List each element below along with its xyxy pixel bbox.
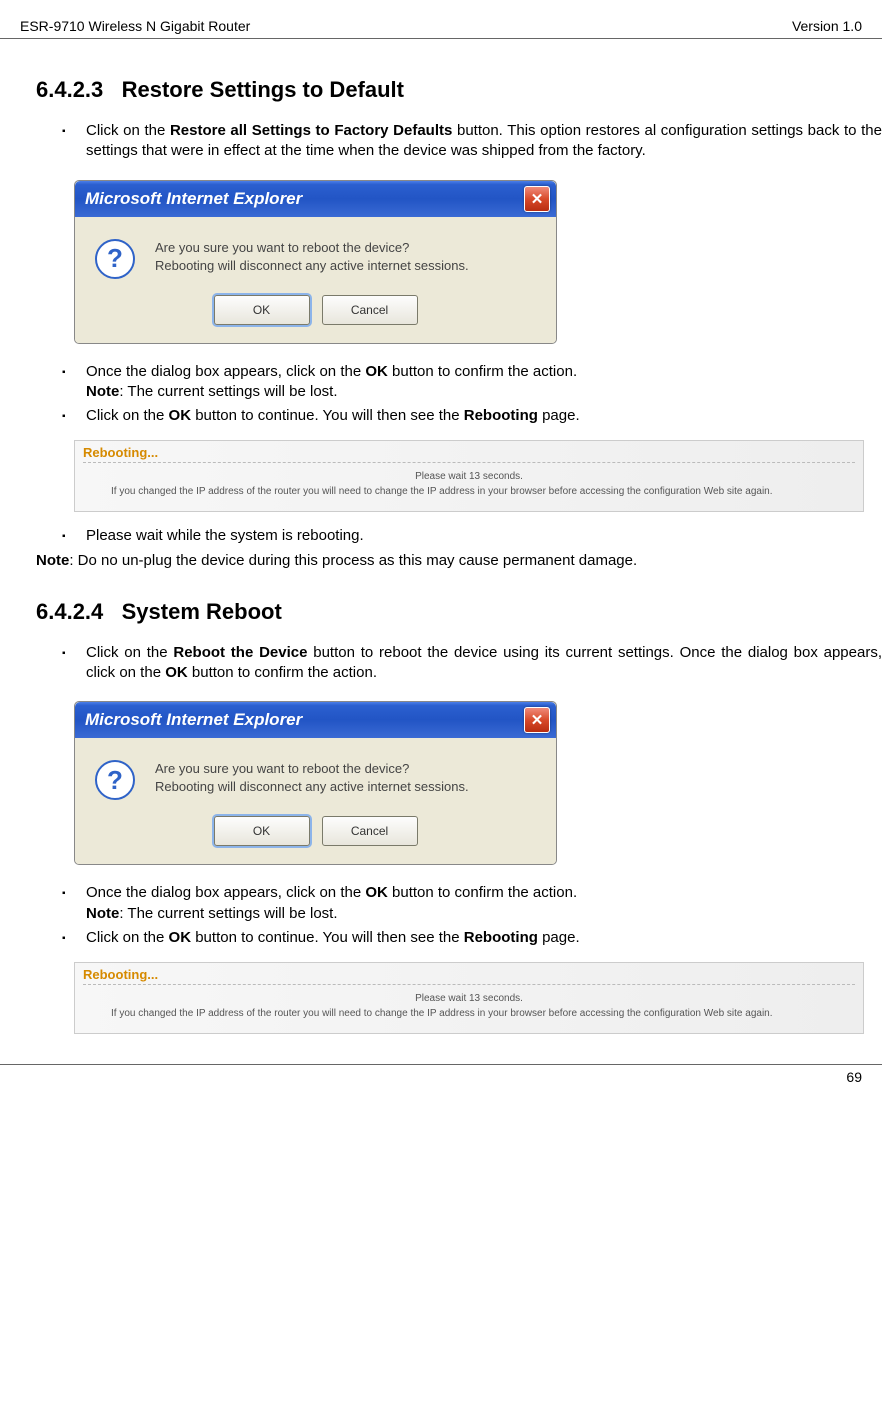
bullet-reboot-1: ▪ Click on the Reboot the Device button …	[62, 643, 882, 684]
section-title: Restore Settings to Default	[122, 77, 404, 102]
bullet-reboot-2: ▪ Once the dialog box appears, click on …	[62, 883, 882, 924]
bullet-marker: ▪	[62, 526, 86, 546]
section-number: 6.4.2.4	[36, 599, 103, 624]
close-icon[interactable]: ✕	[524, 186, 550, 212]
section-number: 6.4.2.3	[36, 77, 103, 102]
ok-button[interactable]: OK	[214, 295, 310, 325]
bullet-reboot-3: ▪ Click on the OK button to continue. Yo…	[62, 928, 882, 948]
bullet-restore-2: ▪ Once the dialog box appears, click on …	[62, 362, 882, 403]
rebooting-panel: Rebooting... Please wait 13 seconds. If …	[74, 962, 864, 1034]
rebooting-title: Rebooting...	[83, 967, 855, 985]
rebooting-panel: Rebooting... Please wait 13 seconds. If …	[74, 440, 864, 512]
bullet-restore-3: ▪ Click on the OK button to continue. Yo…	[62, 406, 882, 426]
section-heading-reboot: 6.4.2.4 System Reboot	[36, 599, 882, 625]
dialog-message: Are you sure you want to reboot the devi…	[155, 239, 469, 275]
dialog-title: Microsoft Internet Explorer	[85, 189, 302, 209]
note-restore: Note: Do no un-plug the device during th…	[36, 551, 882, 571]
doc-title-left: ESR-9710 Wireless N Gigabit Router	[20, 18, 250, 34]
bullet-marker: ▪	[62, 928, 86, 948]
dialog-titlebar: Microsoft Internet Explorer ✕	[75, 702, 556, 738]
bullet-restore-1: ▪ Click on the Restore all Settings to F…	[62, 121, 882, 162]
rebooting-sub: If you changed the IP address of the rou…	[83, 486, 855, 497]
bullet-marker: ▪	[62, 406, 86, 426]
cancel-button[interactable]: Cancel	[322, 816, 418, 846]
dialog-titlebar: Microsoft Internet Explorer ✕	[75, 181, 556, 217]
dialog-message: Are you sure you want to reboot the devi…	[155, 760, 469, 796]
cancel-button[interactable]: Cancel	[322, 295, 418, 325]
confirm-dialog: Microsoft Internet Explorer ✕ ? Are you …	[74, 180, 557, 344]
section-title: System Reboot	[122, 599, 282, 624]
ok-button[interactable]: OK	[214, 816, 310, 846]
bullet-marker: ▪	[62, 121, 86, 162]
bullet-marker: ▪	[62, 643, 86, 684]
rebooting-wait: Please wait 13 seconds.	[83, 993, 855, 1004]
rebooting-title: Rebooting...	[83, 445, 855, 463]
page-number: 69	[846, 1069, 862, 1085]
section-heading-restore: 6.4.2.3 Restore Settings to Default	[36, 77, 882, 103]
doc-title-right: Version 1.0	[792, 18, 862, 34]
bullet-marker: ▪	[62, 883, 86, 924]
rebooting-wait: Please wait 13 seconds.	[83, 471, 855, 482]
confirm-dialog: Microsoft Internet Explorer ✕ ? Are you …	[74, 701, 557, 865]
bullet-marker: ▪	[62, 362, 86, 403]
dialog-title: Microsoft Internet Explorer	[85, 710, 302, 730]
question-icon: ?	[95, 239, 135, 279]
bullet-restore-4: ▪ Please wait while the system is reboot…	[62, 526, 882, 546]
close-icon[interactable]: ✕	[524, 707, 550, 733]
rebooting-sub: If you changed the IP address of the rou…	[83, 1008, 855, 1019]
question-icon: ?	[95, 760, 135, 800]
